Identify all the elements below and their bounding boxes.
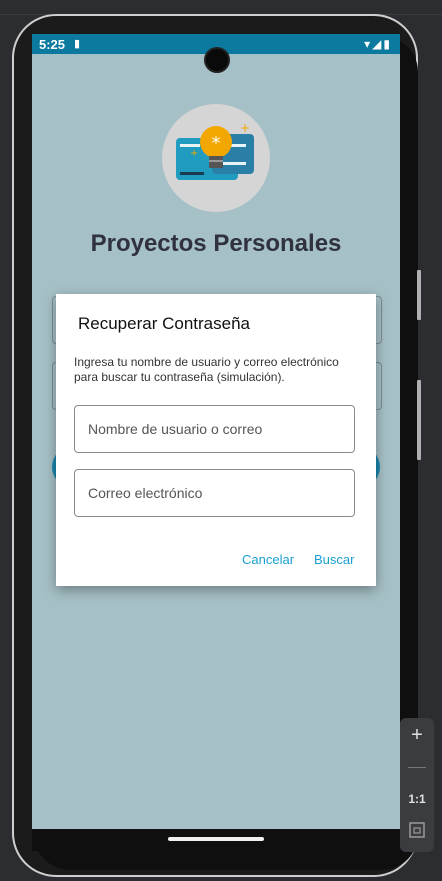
svg-text:+: + xyxy=(240,121,250,135)
cancel-button[interactable]: Cancelar xyxy=(242,552,294,567)
dialog-message: Ingresa tu nombre de usuario y correo el… xyxy=(74,355,339,384)
zoom-separator xyxy=(408,767,426,768)
dialog-title: Recuperar Contraseña xyxy=(78,314,250,333)
email-input[interactable] xyxy=(75,470,354,516)
emulator-toolbar: + 1:1 xyxy=(400,718,434,852)
lightbulb-blueprint-icon: * + + xyxy=(176,121,254,180)
username-input[interactable] xyxy=(75,406,354,452)
status-icons: ▾◢▮ xyxy=(364,37,392,51)
email-field[interactable] xyxy=(74,469,355,517)
volume-button[interactable] xyxy=(417,380,421,460)
camera-icon xyxy=(204,47,230,73)
zoom-in-icon[interactable]: + xyxy=(400,724,434,747)
zoom-ratio-button[interactable]: 1:1 xyxy=(400,792,434,806)
username-field[interactable] xyxy=(74,405,355,453)
recover-password-dialog: Recuperar Contraseña Ingresa tu nombre d… xyxy=(56,294,376,586)
sd-card-icon: ▮ xyxy=(74,38,81,50)
power-button[interactable] xyxy=(417,270,421,320)
svg-text:+: + xyxy=(190,148,198,159)
emulator-top-bar xyxy=(0,0,442,15)
app-title: Proyectos Personales xyxy=(90,230,342,257)
app-logo: * + + xyxy=(162,104,270,212)
svg-text:*: * xyxy=(212,133,221,154)
status-time: 5:25 xyxy=(39,37,66,52)
search-button[interactable]: Buscar xyxy=(314,552,354,567)
fit-screen-icon[interactable] xyxy=(400,822,434,843)
home-gesture-handle[interactable] xyxy=(168,837,264,841)
